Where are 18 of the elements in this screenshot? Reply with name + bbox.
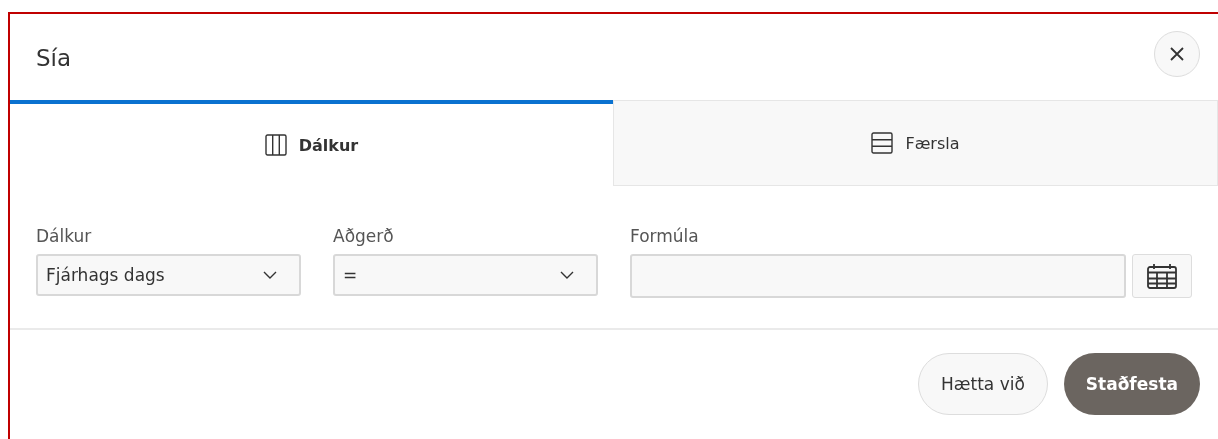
columns-icon xyxy=(264,134,287,156)
dropdown-field[interactable]: = xyxy=(333,254,598,296)
close-button[interactable] xyxy=(1154,31,1200,77)
calendar-icon xyxy=(1147,263,1177,289)
chevron-down-icon xyxy=(263,271,277,279)
dialog-title: Sía xyxy=(36,45,72,71)
cancel-button[interactable]: Hætta við xyxy=(918,353,1048,415)
field-label: Formúla xyxy=(630,226,700,246)
confirm-button[interactable]: Staðfesta xyxy=(1063,353,1200,415)
close-icon xyxy=(1169,46,1185,62)
calendar-button[interactable] xyxy=(1132,254,1192,298)
input-field[interactable] xyxy=(630,254,1126,298)
field-label: Aðgerð xyxy=(333,226,395,246)
rows-icon xyxy=(871,132,894,154)
dropdown-field[interactable]: Fjárhags dags xyxy=(36,254,301,296)
field-label: Dálkur xyxy=(36,226,93,246)
tab[interactable]: Færsla xyxy=(613,100,1218,186)
chevron-down-icon xyxy=(560,271,574,279)
